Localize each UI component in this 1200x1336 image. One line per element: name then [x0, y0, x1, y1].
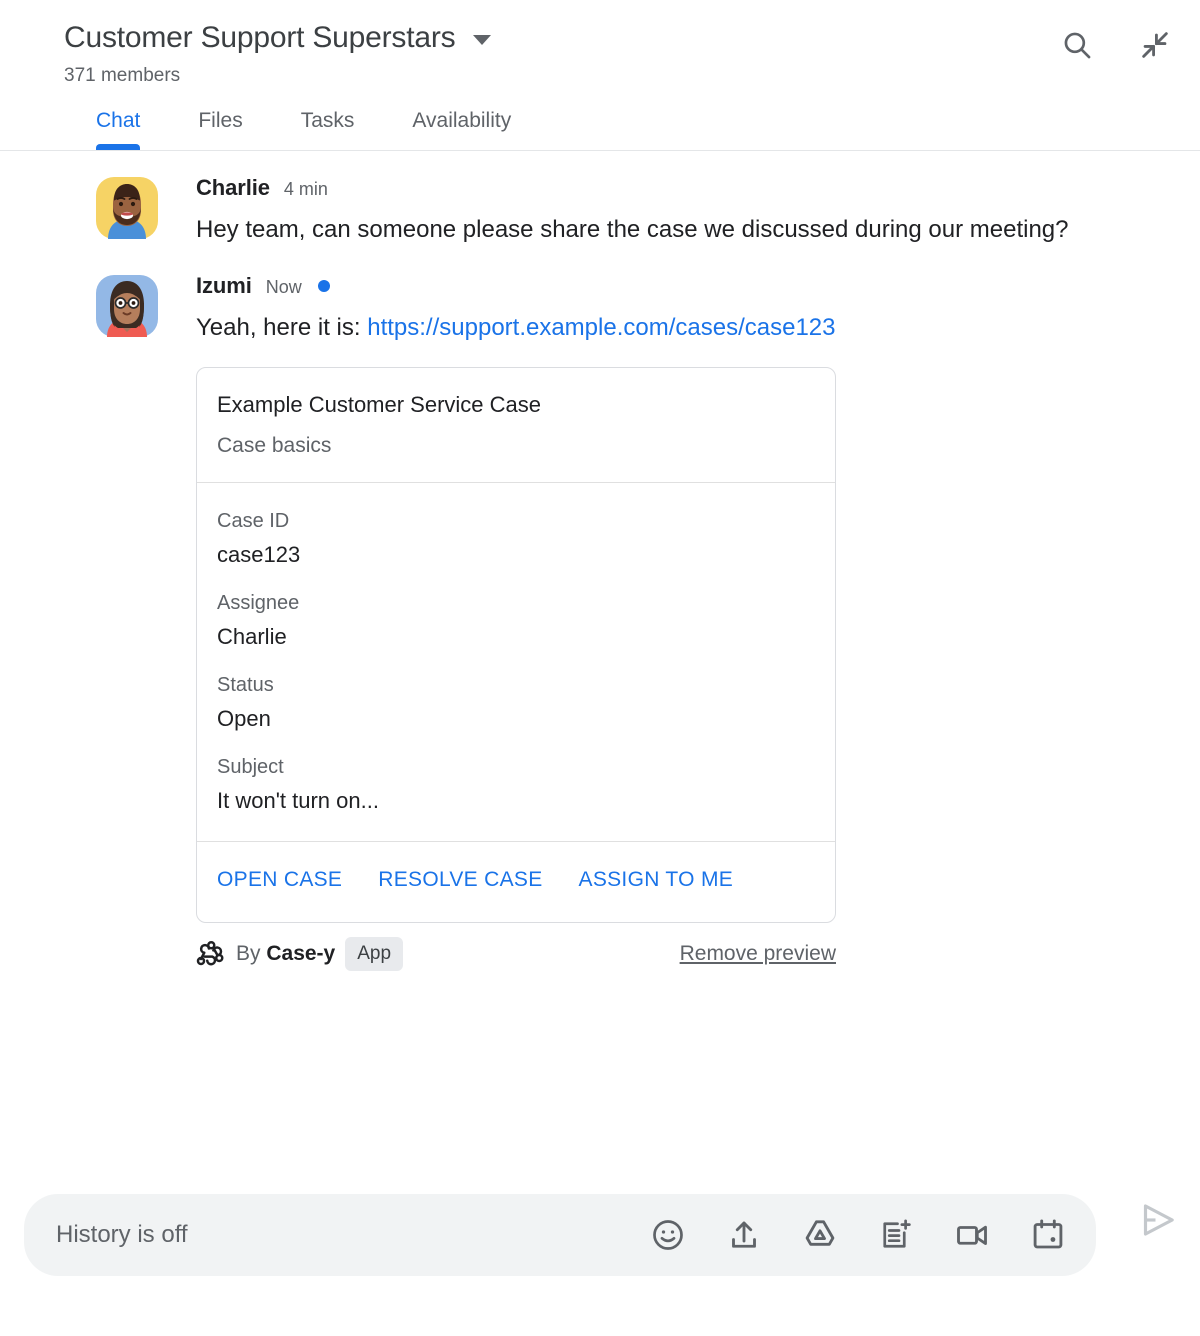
message-header: Charlie 4 min: [196, 175, 1176, 201]
field-label: Subject: [217, 756, 284, 778]
card-field-case-id: Case ID case123: [217, 507, 815, 571]
card-field-subject: Subject It won't turn on...: [217, 753, 815, 817]
message-text-prefix: Yeah, here it is:: [196, 314, 368, 341]
message-timestamp: 4 min: [283, 179, 328, 199]
search-icon[interactable]: [1060, 28, 1094, 62]
message-header: Izumi Now: [196, 273, 1176, 299]
tab-files[interactable]: Files: [198, 108, 242, 150]
tab-list: Chat Files Tasks Availability: [0, 90, 1200, 150]
message-body: Charlie 4 min Hey team, can someone plea…: [196, 175, 1176, 251]
app-attribution: By Case-y App: [196, 937, 404, 971]
remove-preview-button[interactable]: Remove preview: [680, 942, 836, 966]
assign-to-me-button[interactable]: ASSIGN TO ME: [579, 868, 734, 892]
room-header: Customer Support Superstars 371 members: [0, 0, 1200, 90]
message-list: Charlie 4 min Hey team, can someone plea…: [0, 151, 1200, 1170]
message-item: Charlie 4 min Hey team, can someone plea…: [0, 165, 1200, 251]
open-case-button[interactable]: OPEN CASE: [217, 868, 342, 892]
card-field-assignee: Assignee Charlie: [217, 589, 815, 653]
case-link[interactable]: https://support.example.com/cases/case12…: [367, 314, 835, 341]
message-text: Hey team, can someone please share the c…: [196, 216, 1069, 243]
card-actions: OPEN CASE RESOLVE CASE ASSIGN TO ME: [197, 842, 835, 922]
composer-toolbar: [650, 1217, 1066, 1253]
field-value: It won't turn on...: [217, 788, 379, 813]
card-attribution-row: By Case-y App Remove preview: [196, 937, 836, 971]
tab-availability[interactable]: Availability: [412, 108, 511, 150]
card-fields: Case ID case123 Assignee Charlie Status …: [197, 483, 835, 841]
avatar[interactable]: [96, 177, 158, 239]
tab-bar: Chat Files Tasks Availability: [0, 90, 1200, 151]
page-title: Customer Support Superstars: [64, 21, 456, 54]
header-actions: [1060, 28, 1172, 62]
card-header: Example Customer Service Case Case basic…: [197, 368, 835, 482]
collapse-icon[interactable]: [1138, 28, 1172, 62]
message-author: Charlie: [196, 175, 270, 200]
card-field-status: Status Open: [217, 671, 815, 735]
chat-app-window: Customer Support Superstars 371 members: [0, 0, 1200, 1336]
by-prefix: By: [236, 942, 267, 965]
emoji-icon[interactable]: [650, 1217, 686, 1253]
message-author: Izumi: [196, 273, 252, 298]
message-text: Yeah, here it is: https://support.exampl…: [196, 307, 1096, 349]
app-byline: By Case-y: [236, 942, 335, 966]
field-value: Charlie: [217, 624, 287, 649]
room-title-row[interactable]: Customer Support Superstars: [64, 18, 1176, 58]
field-label: Status: [217, 674, 274, 696]
field-value: Open: [217, 706, 271, 731]
case-preview-card: Example Customer Service Case Case basic…: [196, 367, 836, 923]
message-input[interactable]: History is off: [56, 1221, 650, 1249]
app-badge: App: [345, 937, 404, 971]
send-icon[interactable]: [1138, 1200, 1178, 1240]
app-name: Case-y: [266, 942, 336, 965]
field-label: Case ID: [217, 510, 290, 532]
create-document-icon[interactable]: [878, 1217, 914, 1253]
card-subtitle: Case basics: [217, 434, 332, 457]
upload-icon[interactable]: [726, 1217, 762, 1253]
field-label: Assignee: [217, 592, 300, 614]
message-item: Izumi Now Yeah, here it is: https://supp…: [0, 251, 1200, 971]
composer-area: History is off: [0, 1170, 1200, 1336]
card-title: Example Customer Service Case: [217, 392, 542, 417]
resolve-case-button[interactable]: RESOLVE CASE: [378, 868, 542, 892]
webhook-icon: [196, 939, 226, 969]
calendar-icon[interactable]: [1030, 1217, 1066, 1253]
message-body: Izumi Now Yeah, here it is: https://supp…: [196, 273, 1176, 971]
chevron-down-icon[interactable]: [473, 35, 492, 45]
video-camera-icon[interactable]: [954, 1217, 990, 1253]
member-count: 371 members: [64, 65, 181, 86]
tab-tasks[interactable]: Tasks: [301, 108, 355, 150]
message-timestamp: Now: [265, 277, 302, 297]
message-composer[interactable]: History is off: [24, 1194, 1096, 1276]
avatar[interactable]: [96, 275, 158, 337]
tab-chat[interactable]: Chat: [96, 108, 141, 150]
google-drive-icon[interactable]: [802, 1217, 838, 1253]
unread-indicator-dot: [317, 280, 330, 292]
field-value: case123: [217, 542, 301, 567]
